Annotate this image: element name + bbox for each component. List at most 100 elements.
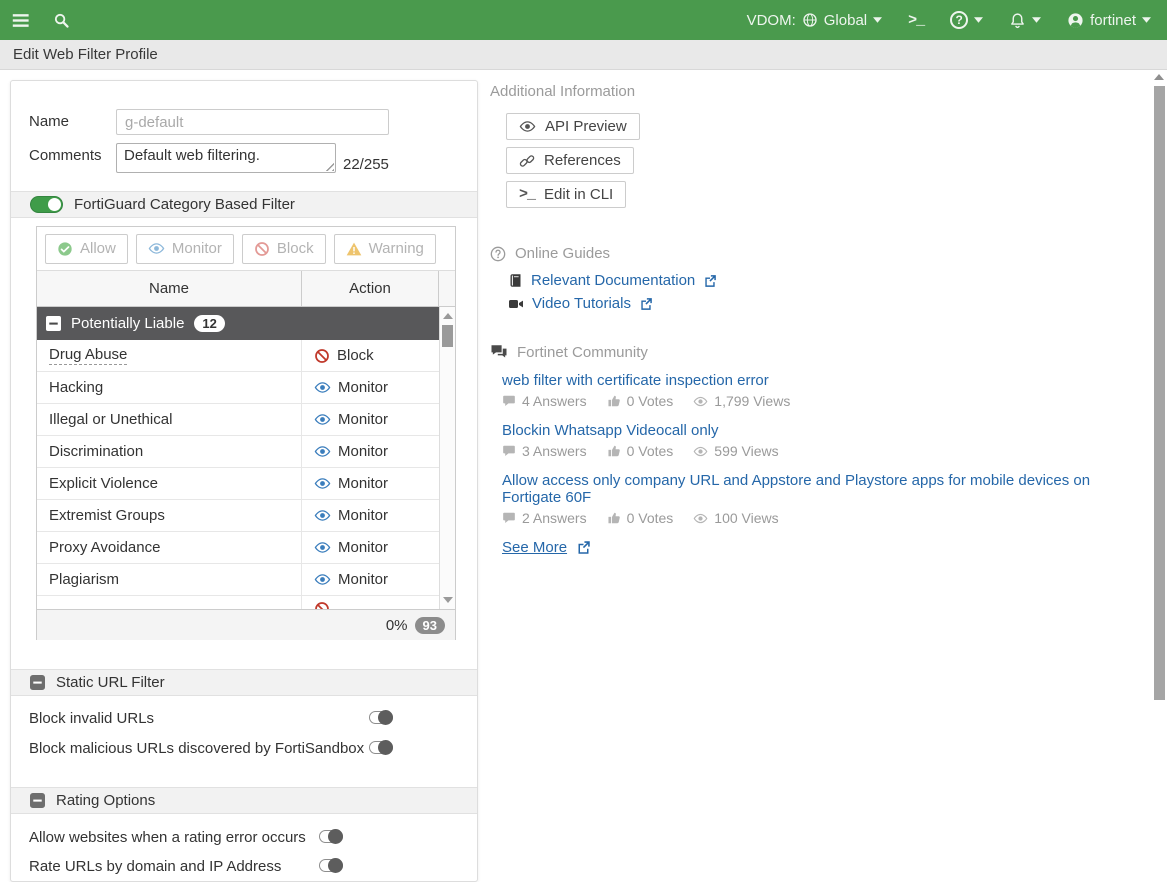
warning-button[interactable]: Warning	[334, 234, 436, 264]
eye-icon	[693, 511, 708, 526]
category-name[interactable]: Extremist Groups	[49, 507, 165, 524]
category-name[interactable]: Hacking	[49, 379, 103, 396]
eye-icon	[314, 411, 331, 428]
quota-percent: 0%	[386, 617, 408, 634]
table-row[interactable]: Extremist Groups Monitor	[37, 500, 439, 532]
action-label: Monitor	[338, 539, 388, 556]
table-row[interactable]: Drug Abuse Block	[37, 340, 439, 372]
external-link-icon[interactable]	[639, 297, 653, 311]
user-menu[interactable]: fortinet	[1067, 12, 1151, 29]
option-label: Block malicious URLs discovered by Forti…	[29, 740, 364, 757]
collapse-minus-icon[interactable]	[30, 793, 45, 808]
rating-options-header[interactable]: Rating Options	[11, 787, 477, 814]
total-count-badge: 93	[415, 617, 445, 634]
allow-on-rating-error-toggle[interactable]	[319, 830, 343, 843]
user-avatar-icon	[1067, 12, 1084, 29]
option-row: Rate URLs by domain and IP Address	[29, 855, 461, 877]
eye-icon	[693, 444, 708, 459]
category-name[interactable]: Plagiarism	[49, 571, 119, 588]
category-toolbar: Allow Monitor Block Warning	[37, 227, 455, 271]
category-name[interactable]: Explicit Violence	[49, 475, 158, 492]
table-row[interactable]: Plagiarism Monitor	[37, 564, 439, 596]
static-url-filter-header[interactable]: Static URL Filter	[11, 669, 477, 696]
fortinet-community-title: Fortinet Community	[490, 343, 1138, 361]
category-name[interactable]: Drug Abuse	[49, 346, 127, 365]
collapse-minus-icon[interactable]	[46, 316, 61, 331]
scroll-down-arrow-icon[interactable]	[443, 597, 453, 603]
external-link-icon[interactable]	[576, 540, 591, 555]
table-row[interactable]: Explicit Violence Monitor	[37, 468, 439, 500]
community-post-link[interactable]: Allow access only company URL and Appsto…	[502, 472, 1134, 506]
references-button[interactable]: References	[506, 147, 634, 174]
collapse-minus-icon[interactable]	[30, 675, 45, 690]
category-name[interactable]: Illegal or Unethical	[49, 411, 172, 428]
edit-in-cli-button[interactable]: >_ Edit in CLI	[506, 181, 626, 208]
comments-char-counter: 22/255	[343, 156, 389, 173]
action-label: Monitor	[338, 443, 388, 460]
table-row[interactable]: Discrimination Monitor	[37, 436, 439, 468]
cli-console-icon[interactable]: >_	[908, 12, 924, 29]
category-group-header[interactable]: Potentially Liable 12	[37, 307, 439, 340]
chevron-down-icon	[974, 17, 983, 23]
chevron-down-icon	[1032, 17, 1041, 23]
chevron-down-icon	[873, 17, 882, 23]
scrollbar-thumb[interactable]	[442, 325, 453, 347]
globe-icon	[802, 12, 818, 28]
name-field[interactable]	[116, 109, 389, 135]
scrollbar-thumb[interactable]	[1154, 86, 1165, 700]
option-label: Block invalid URLs	[29, 710, 154, 727]
eye-icon	[148, 240, 165, 257]
search-icon[interactable]	[53, 12, 70, 29]
see-more-row: See More	[502, 539, 1134, 556]
community-post-link[interactable]: Blockin Whatsapp Videocall only	[502, 422, 1134, 439]
video-tutorials-link[interactable]: Video Tutorials	[532, 295, 631, 312]
api-preview-button[interactable]: API Preview	[506, 113, 640, 140]
hamburger-menu-icon[interactable]	[12, 11, 31, 30]
table-row[interactable]: Illegal or Unethical Monitor	[37, 404, 439, 436]
question-circle-icon	[490, 246, 506, 262]
category-name[interactable]: Proxy Avoidance	[49, 539, 160, 556]
monitor-button[interactable]: Monitor	[136, 234, 234, 264]
block-icon	[314, 601, 330, 609]
vdom-selector[interactable]: VDOM: Global	[747, 12, 883, 29]
vdom-value: Global	[824, 12, 867, 29]
scroll-up-arrow-icon[interactable]	[1154, 74, 1164, 80]
comment-bubble-icon	[502, 444, 516, 458]
table-scrollbar[interactable]	[439, 307, 455, 609]
page-scrollbar[interactable]	[1152, 70, 1167, 882]
relevant-documentation-link[interactable]: Relevant Documentation	[531, 272, 695, 289]
table-row[interactable]: Hacking Monitor	[37, 372, 439, 404]
external-link-icon[interactable]	[703, 274, 717, 288]
fortiguard-toggle[interactable]	[30, 196, 63, 213]
username: fortinet	[1090, 12, 1136, 29]
allow-button[interactable]: Allow	[45, 234, 128, 264]
table-row-partial[interactable]	[37, 596, 439, 609]
block-button[interactable]: Block	[242, 234, 326, 264]
fortiguard-section-header: FortiGuard Category Based Filter	[11, 191, 477, 218]
comment-bubble-icon	[502, 511, 516, 525]
additional-information-title: Additional Information	[490, 83, 1138, 100]
chain-link-icon	[519, 153, 535, 169]
post-stats: 2 Answers 0 Votes 100 Views	[502, 510, 1134, 526]
column-header-action[interactable]: Action	[302, 271, 439, 306]
column-header-name[interactable]: Name	[37, 271, 302, 306]
online-guides-title: Online Guides	[490, 245, 1138, 262]
table-row[interactable]: Proxy Avoidance Monitor	[37, 532, 439, 564]
eye-icon	[314, 539, 331, 556]
category-name[interactable]: Discrimination	[49, 443, 143, 460]
help-menu[interactable]: ?	[950, 11, 983, 29]
action-label: Monitor	[338, 475, 388, 492]
see-more-link[interactable]: See More	[502, 539, 567, 556]
scroll-up-arrow-icon[interactable]	[443, 313, 453, 319]
block-invalid-urls-toggle[interactable]	[369, 711, 393, 724]
chevron-down-icon	[1142, 17, 1151, 23]
block-malicious-urls-toggle[interactable]	[369, 741, 393, 754]
community-post-link[interactable]: web filter with certificate inspection e…	[502, 372, 1134, 389]
comments-field[interactable]: Default web filtering.	[116, 143, 336, 173]
additional-information-panel: Additional Information API Preview Refer…	[490, 83, 1138, 556]
notifications-menu[interactable]	[1009, 12, 1041, 29]
option-row: Block invalid URLs	[29, 707, 461, 729]
web-filter-form-card: Name Comments Default web filtering. 22/…	[10, 80, 478, 882]
rate-by-domain-ip-toggle[interactable]	[319, 859, 343, 872]
action-label: Monitor	[338, 507, 388, 524]
